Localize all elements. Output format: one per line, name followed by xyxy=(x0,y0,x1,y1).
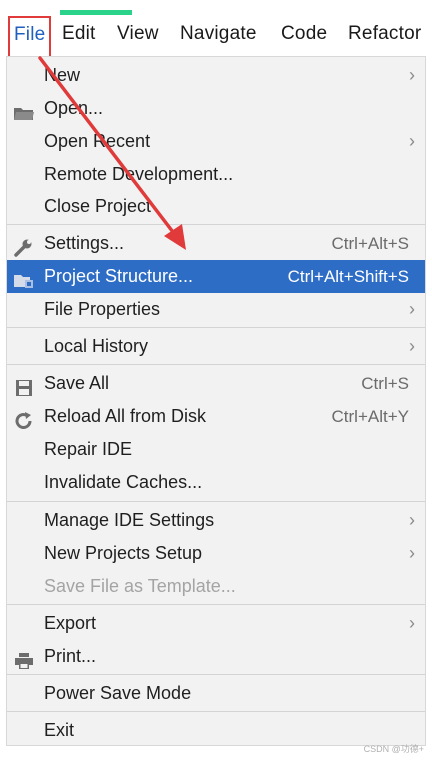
wrench-icon xyxy=(13,235,35,257)
menu-item-label: File Properties xyxy=(44,299,161,319)
menu-item-label: Project Structure... xyxy=(44,266,194,286)
menu-item-remote-development[interactable]: Remote Development... xyxy=(7,158,425,191)
separator xyxy=(7,327,425,328)
menu-item-label: New xyxy=(44,65,81,85)
accent-strip xyxy=(60,10,132,15)
menu-item-label: New Projects Setup xyxy=(44,543,203,563)
menu-item-label: Open... xyxy=(44,98,104,118)
submenu-arrow-icon: › xyxy=(409,65,415,85)
menu-item-label: Reload All from Disk xyxy=(44,406,207,426)
menu-item-label: Power Save Mode xyxy=(44,683,192,703)
shortcut-label: Ctrl+Alt+Shift+S xyxy=(287,267,409,286)
menu-item-save-all[interactable]: Save All Ctrl+S xyxy=(7,367,425,400)
menu-item-label: Export xyxy=(44,613,97,633)
menu-bar: File Edit View Navigate Code Refactor xyxy=(0,10,432,62)
separator xyxy=(7,224,425,225)
shortcut-label: Ctrl+Alt+Y xyxy=(331,407,409,426)
menu-code[interactable]: Code xyxy=(281,21,327,47)
menu-item-label: Repair IDE xyxy=(44,439,133,459)
menu-item-project-structure[interactable]: Project Structure... Ctrl+Alt+Shift+S xyxy=(7,260,425,293)
separator xyxy=(7,364,425,365)
menu-item-manage-ide-settings[interactable]: Manage IDE Settings › xyxy=(7,504,425,537)
menu-item-label: Save All xyxy=(44,373,110,393)
menu-item-reload-all[interactable]: Reload All from Disk Ctrl+Alt+Y xyxy=(7,400,425,433)
submenu-arrow-icon: › xyxy=(409,336,415,356)
file-dropdown-menu: New › Open... Open Recent › Remote Devel… xyxy=(6,56,426,746)
menu-item-settings[interactable]: Settings... Ctrl+Alt+S xyxy=(7,227,425,260)
menu-item-local-history[interactable]: Local History › xyxy=(7,330,425,363)
menu-item-power-save-mode[interactable]: Power Save Mode xyxy=(7,677,425,710)
menu-item-save-file-as-template: Save File as Template... xyxy=(7,570,425,603)
reload-icon xyxy=(13,408,35,429)
folder-icon xyxy=(13,100,35,120)
menu-item-label: Remote Development... xyxy=(44,164,234,184)
menu-item-label: Invalidate Caches... xyxy=(44,472,203,492)
menu-item-close-project[interactable]: Close Project xyxy=(7,190,425,223)
menu-item-label: Print... xyxy=(44,646,97,666)
menu-item-label: Save File as Template... xyxy=(44,576,236,596)
menu-item-invalidate-caches[interactable]: Invalidate Caches... xyxy=(7,466,425,499)
menu-item-label: Local History xyxy=(44,336,149,356)
submenu-arrow-icon: › xyxy=(409,613,415,633)
menu-refactor[interactable]: Refactor xyxy=(348,21,421,47)
separator xyxy=(7,604,425,605)
menu-item-label: Close Project xyxy=(44,196,152,216)
menu-item-open[interactable]: Open... xyxy=(7,92,425,125)
separator xyxy=(7,674,425,675)
menu-item-open-recent[interactable]: Open Recent › xyxy=(7,125,425,158)
project-structure-icon xyxy=(13,268,35,288)
menu-item-label: Exit xyxy=(44,720,75,740)
separator xyxy=(7,501,425,502)
menu-item-new-projects-setup[interactable]: New Projects Setup › xyxy=(7,537,425,570)
submenu-arrow-icon: › xyxy=(409,299,415,319)
submenu-arrow-icon: › xyxy=(409,131,415,151)
menu-edit[interactable]: Edit xyxy=(62,21,96,47)
menu-item-label: Settings... xyxy=(44,233,125,253)
submenu-arrow-icon: › xyxy=(409,510,415,530)
menu-item-label: Manage IDE Settings xyxy=(44,510,215,530)
submenu-arrow-icon: › xyxy=(409,543,415,563)
menu-item-print[interactable]: Print... xyxy=(7,640,425,673)
shortcut-label: Ctrl+Alt+S xyxy=(331,234,409,253)
menu-item-repair-ide[interactable]: Repair IDE xyxy=(7,433,425,466)
menu-item-file-properties[interactable]: File Properties › xyxy=(7,293,425,326)
menu-item-new[interactable]: New › xyxy=(7,59,425,92)
shortcut-label: Ctrl+S xyxy=(361,374,409,393)
separator xyxy=(7,711,425,712)
save-icon xyxy=(13,375,35,396)
menu-view[interactable]: View xyxy=(117,21,159,47)
watermark: CSDN @功德+ xyxy=(363,744,424,754)
menu-item-exit[interactable]: Exit xyxy=(7,714,425,747)
menu-item-label: Open Recent xyxy=(44,131,151,151)
menu-file-label: File xyxy=(14,24,46,45)
menu-navigate[interactable]: Navigate xyxy=(180,21,257,47)
printer-icon xyxy=(13,648,35,669)
menu-item-export[interactable]: Export › xyxy=(7,607,425,640)
